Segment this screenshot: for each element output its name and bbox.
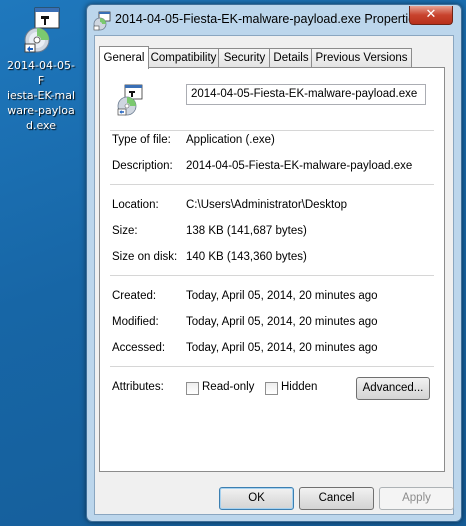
divider <box>110 275 434 276</box>
desktop-label-line: 2014-04-05-F <box>7 59 75 87</box>
desktop-file-icon[interactable]: 2014-04-05-F iesta-EK-mal ware-payloa d.… <box>2 6 80 133</box>
modified-value: Today, April 05, 2014, 20 minutes ago <box>186 316 378 328</box>
accessed-label: Accessed: <box>112 342 166 354</box>
desktop-label-line: d.exe <box>26 119 56 132</box>
file-name-field[interactable]: 2014-04-05-Fiesta-EK-malware-payload.exe <box>186 84 426 105</box>
exe-file-icon <box>93 11 111 31</box>
advanced-button[interactable]: Advanced... <box>356 377 430 400</box>
divider <box>110 366 434 367</box>
type-of-file-value: Application (.exe) <box>186 134 275 146</box>
divider <box>110 130 434 131</box>
location-label: Location: <box>112 199 159 211</box>
created-value: Today, April 05, 2014, 20 minutes ago <box>186 290 378 302</box>
apply-button[interactable]: Apply <box>379 487 454 510</box>
location-value: C:\Users\Administrator\Desktop <box>186 199 348 211</box>
desktop-label-line: iesta-EK-mal <box>6 89 76 102</box>
attributes-label: Attributes: <box>112 381 164 393</box>
accessed-value: Today, April 05, 2014, 20 minutes ago <box>186 342 378 354</box>
window-title: 2014-04-05-Fiesta-EK-malware-payload.exe… <box>115 12 422 26</box>
tab-security[interactable]: Security <box>218 48 271 68</box>
tab-previous-versions[interactable]: Previous Versions <box>311 48 412 68</box>
type-of-file-label: Type of file: <box>112 134 171 146</box>
ok-button[interactable]: OK <box>219 487 294 510</box>
size-value: 138 KB (141,687 bytes) <box>186 225 307 237</box>
tab-general[interactable]: General <box>99 46 149 69</box>
description-value: 2014-04-05-Fiesta-EK-malware-payload.exe <box>186 160 413 172</box>
divider <box>110 184 434 185</box>
exe-file-icon <box>21 6 61 54</box>
properties-window: 2014-04-05-Fiesta-EK-malware-payload.exe… <box>86 4 462 522</box>
hidden-label[interactable]: Hidden <box>281 381 317 393</box>
title-bar[interactable]: 2014-04-05-Fiesta-EK-malware-payload.exe… <box>87 5 461 35</box>
created-label: Created: <box>112 290 157 302</box>
general-tab-panel: 2014-04-05-Fiesta-EK-malware-payload.exe… <box>99 67 445 472</box>
close-button[interactable]: ✕ <box>409 6 453 25</box>
exe-file-icon <box>116 84 144 116</box>
cancel-button[interactable]: Cancel <box>299 487 374 510</box>
tab-details[interactable]: Details <box>269 48 313 68</box>
close-icon: ✕ <box>425 7 437 22</box>
modified-label: Modified: <box>112 316 159 328</box>
readonly-label[interactable]: Read-only <box>202 381 254 393</box>
desktop-label-line: ware-payloa <box>7 104 75 117</box>
size-on-disk-value: 140 KB (143,360 bytes) <box>186 251 307 263</box>
size-label: Size: <box>112 225 138 237</box>
readonly-checkbox[interactable] <box>186 382 199 395</box>
desktop-file-label: 2014-04-05-F iesta-EK-mal ware-payloa d.… <box>2 58 80 133</box>
size-on-disk-label: Size on disk: <box>112 251 178 263</box>
description-label: Description: <box>112 160 173 172</box>
hidden-checkbox[interactable] <box>265 382 278 395</box>
dialog-client-area: General Compatibility Security Details P… <box>94 35 454 515</box>
tab-compatibility[interactable]: Compatibility <box>147 48 220 68</box>
